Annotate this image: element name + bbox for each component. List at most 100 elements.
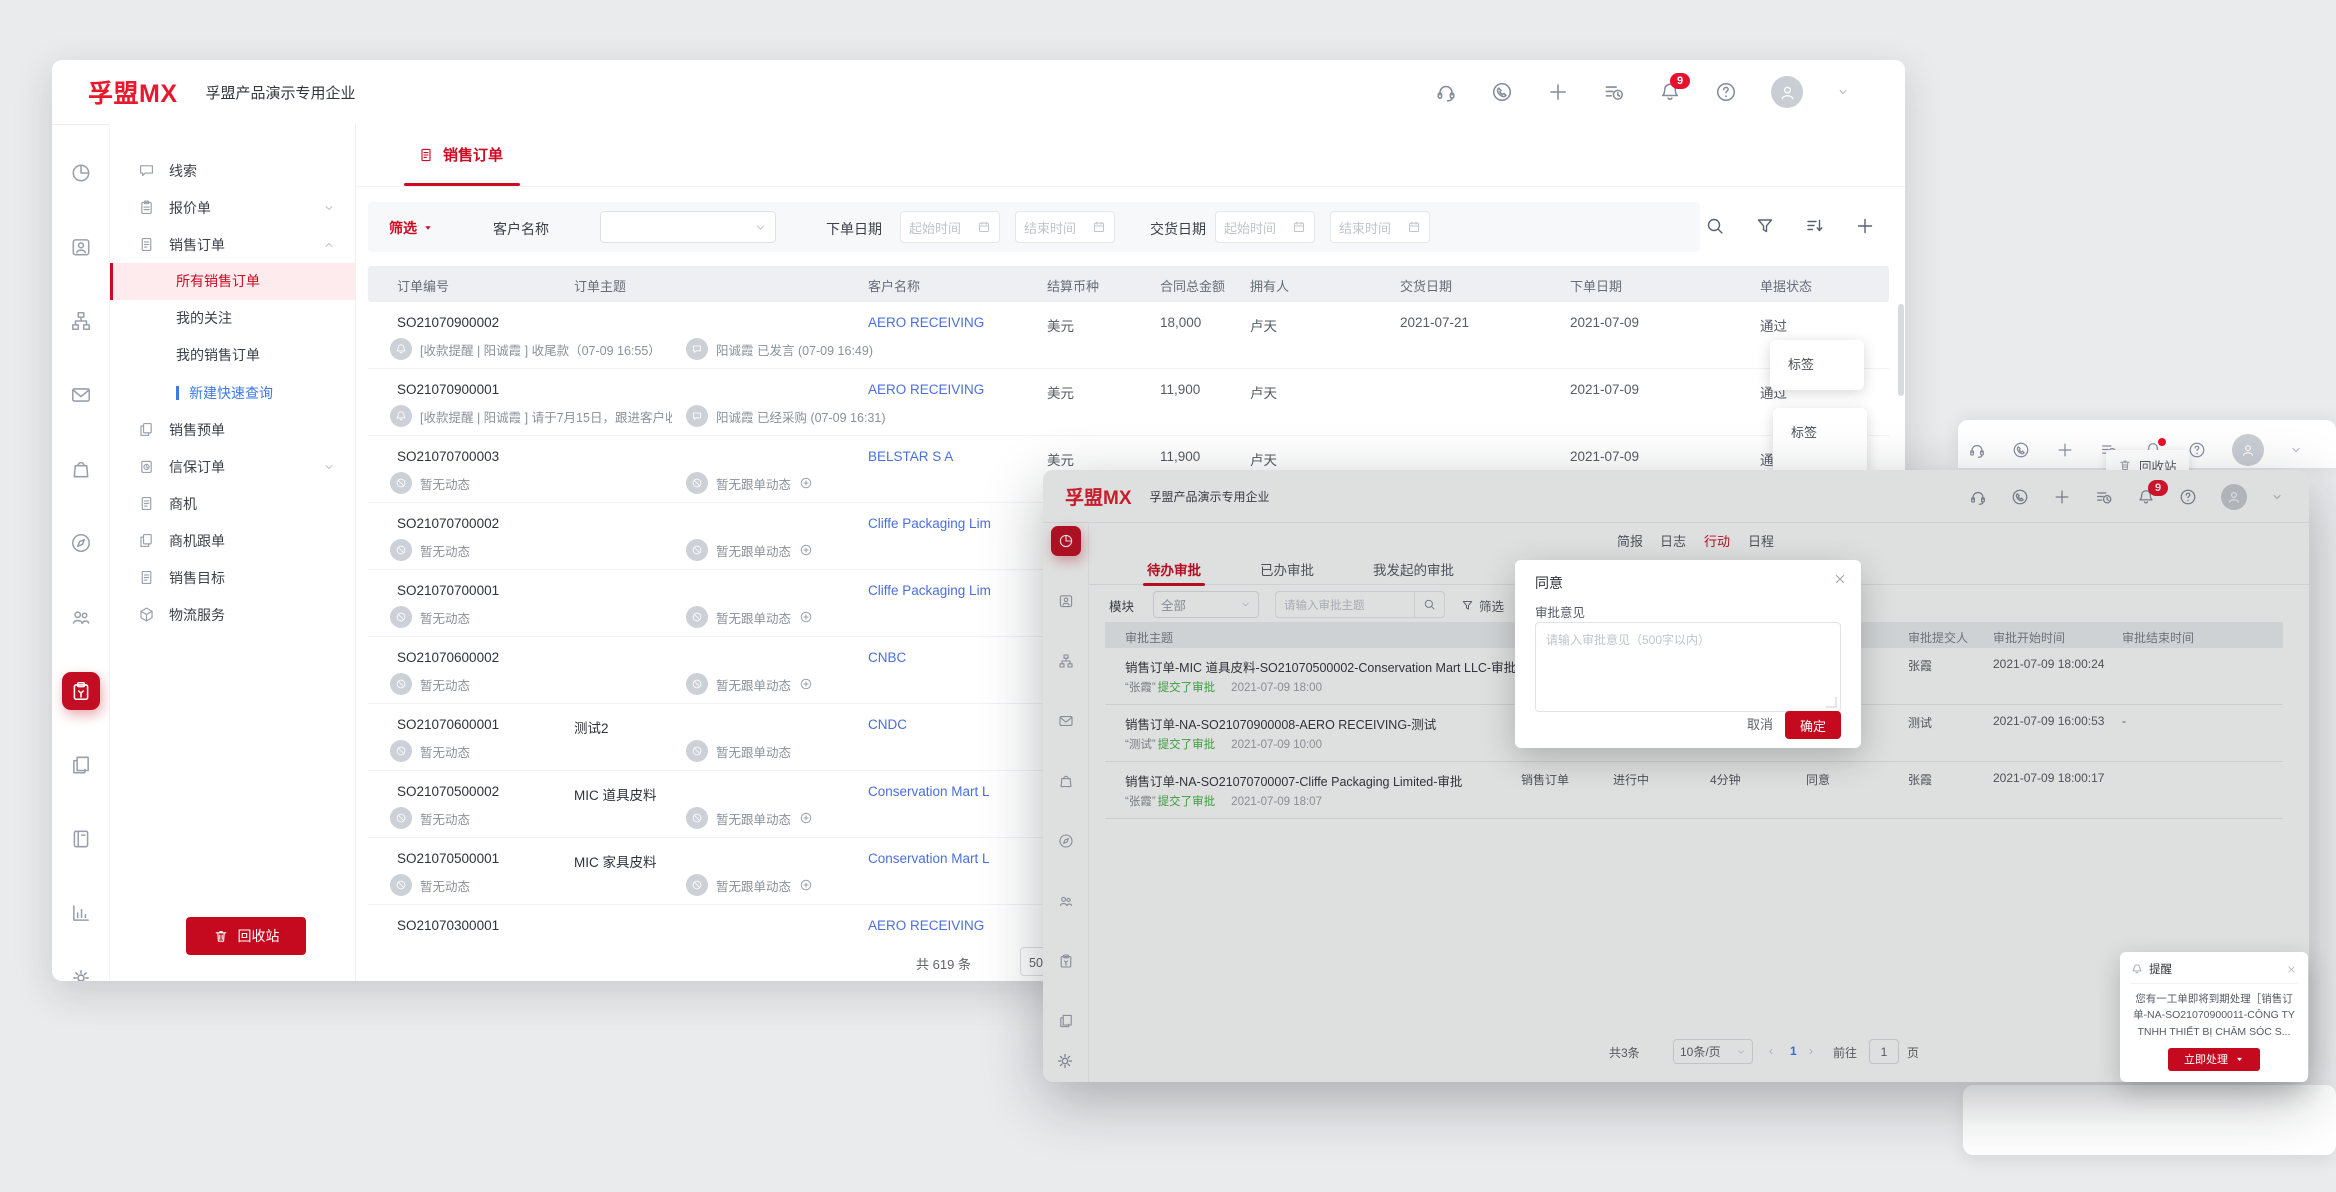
add-follow-icon[interactable] — [799, 610, 813, 624]
customer-link[interactable]: Conservation Mart L — [868, 784, 1040, 799]
question-button[interactable] — [1715, 81, 1737, 103]
sidebar-item-销售目标[interactable]: 销售目标 — [110, 559, 355, 596]
customer-link[interactable]: AERO RECEIVING — [868, 918, 1040, 933]
nav-contacts[interactable] — [62, 228, 100, 266]
plusCircle-icon — [799, 811, 813, 825]
filter-toggle[interactable]: 筛选 — [389, 218, 433, 238]
order-subject-cell: MIC 家具皮料 — [574, 851, 657, 871]
order-number-cell[interactable]: SO21070500002 — [397, 784, 499, 799]
question-button[interactable] — [2188, 441, 2206, 459]
headset-button[interactable] — [1968, 441, 1986, 459]
avatar[interactable] — [2232, 434, 2264, 466]
order-number-cell[interactable]: SO21070700003 — [397, 449, 499, 464]
nav-pages[interactable] — [62, 746, 100, 784]
nav-mail[interactable] — [62, 376, 100, 414]
customer-link[interactable]: CNBC — [868, 650, 1040, 665]
plus-button[interactable] — [1855, 216, 1875, 236]
nav-bag[interactable] — [62, 450, 100, 488]
todo-icon — [1603, 81, 1625, 103]
delivery-date-start-input[interactable]: 起始时间 — [1215, 211, 1315, 243]
order-number-cell[interactable]: SO21070300001 — [397, 918, 499, 933]
confirm-button[interactable]: 确定 — [1785, 711, 1841, 739]
nav-org[interactable] — [62, 302, 100, 340]
headset-button[interactable] — [1435, 81, 1457, 103]
customer-link[interactable]: Cliffe Packaging Lim — [868, 583, 1040, 598]
resize-grip[interactable] — [1826, 697, 1837, 708]
sidebar-item-商机跟单[interactable]: 商机跟单 — [110, 522, 355, 559]
prohibit-icon — [395, 745, 407, 757]
order-number-cell[interactable]: SO21070600001 — [397, 717, 499, 732]
order-number-cell[interactable]: SO21070600002 — [397, 650, 499, 665]
order-date-start-input[interactable]: 起始时间 — [900, 211, 1000, 243]
cancel-button[interactable]: 取消 — [1747, 714, 1773, 733]
order-number-cell[interactable]: SO21070700001 — [397, 583, 499, 598]
customer-select[interactable] — [600, 211, 776, 243]
add-follow-icon[interactable] — [799, 878, 813, 892]
funnel-button[interactable] — [1755, 216, 1775, 236]
table-scrollbar[interactable] — [1898, 304, 1904, 396]
sidebar-subitem-我的关注[interactable]: 我的关注 — [110, 300, 355, 337]
sidebar-item-商机[interactable]: 商机 — [110, 485, 355, 522]
tag-menu-item[interactable]: 标签 — [1770, 349, 1864, 381]
tab-sales-orders[interactable]: 销售订单 — [418, 144, 503, 165]
close-icon[interactable] — [2286, 964, 2297, 975]
bell-icon — [390, 338, 412, 360]
plus-button[interactable] — [2056, 441, 2074, 459]
doc-icon — [138, 236, 155, 253]
prohibit-icon — [691, 544, 703, 556]
customer-link[interactable]: Conservation Mart L — [868, 851, 1040, 866]
sidebar-item-销售预单[interactable]: 销售预单 — [110, 411, 355, 448]
todo-button[interactable] — [1603, 81, 1625, 103]
sidebar-quick-search[interactable]: 新建快速查询 — [110, 374, 355, 411]
order-number-cell[interactable]: SO21070900002 — [397, 315, 499, 330]
recycle-bin-button[interactable]: 回收站 — [186, 917, 306, 955]
sort-button[interactable] — [1805, 216, 1825, 236]
tag-menu-item[interactable]: 标签 — [1773, 417, 1867, 449]
nav-chart[interactable] — [62, 894, 100, 932]
order-date-cell: 2021-07-09 — [1570, 315, 1639, 330]
nav-orders[interactable] — [62, 672, 100, 710]
order-number-cell[interactable]: SO21070700002 — [397, 516, 499, 531]
customer-link[interactable]: Cliffe Packaging Lim — [868, 516, 1040, 531]
sidebar-item-销售订单[interactable]: 销售订单 — [110, 226, 355, 263]
customer-link[interactable]: AERO RECEIVING — [868, 382, 1040, 397]
chevron-down-icon[interactable] — [2290, 444, 2302, 456]
add-follow-icon[interactable] — [799, 811, 813, 825]
avatar[interactable] — [1771, 76, 1803, 108]
sidebar-item-物流服务[interactable]: 物流服务 — [110, 596, 355, 633]
customer-link[interactable]: CNDC — [868, 717, 1040, 732]
handle-now-button[interactable]: 立即处理 — [2168, 1048, 2260, 1071]
order-number-cell[interactable]: SO21070500001 — [397, 851, 499, 866]
settings-gear-icon[interactable] — [71, 968, 91, 981]
customer-link[interactable]: AERO RECEIVING — [868, 315, 1040, 330]
quick-search-label: 新建快速查询 — [189, 383, 273, 403]
opinion-textarea[interactable]: 请输入审批意见（500字以内） — [1535, 622, 1841, 712]
add-follow-icon[interactable] — [799, 543, 813, 557]
close-icon[interactable] — [1833, 572, 1847, 586]
order-date-end-input[interactable]: 结束时间 — [1015, 211, 1115, 243]
sidebar-item-信保订单[interactable]: 信保订单 — [110, 448, 355, 485]
customer-link[interactable]: BELSTAR S A — [868, 449, 1040, 464]
sidebar-item-label: 信保订单 — [169, 457, 225, 477]
bell-button[interactable]: 9 — [1659, 81, 1681, 103]
search-button[interactable] — [1705, 216, 1725, 236]
order-number-cell[interactable]: SO21070900001 — [397, 382, 499, 397]
plus-button[interactable] — [1547, 81, 1569, 103]
add-follow-icon[interactable] — [799, 677, 813, 691]
nav-notebook[interactable] — [62, 820, 100, 858]
order-date-cell: 2021-07-09 — [1570, 382, 1639, 397]
sidebar-item-报价单[interactable]: 报价单 — [110, 189, 355, 226]
phone-button[interactable] — [2012, 441, 2030, 459]
nav-compass[interactable] — [62, 524, 100, 562]
sidebar-item-线索[interactable]: 线索 — [110, 152, 355, 189]
sidebar-subitem-所有销售订单[interactable]: 所有销售订单 — [110, 263, 355, 300]
nav-team[interactable] — [62, 598, 100, 636]
chevron-down-icon[interactable] — [1837, 86, 1849, 98]
delivery-date-end-input[interactable]: 结束时间 — [1330, 211, 1430, 243]
add-follow-icon[interactable] — [799, 476, 813, 490]
order-date-label: 下单日期 — [826, 219, 882, 239]
phone-button[interactable] — [1491, 81, 1513, 103]
sidebar-subitem-我的销售订单[interactable]: 我的销售订单 — [110, 337, 355, 374]
follow-up-item: 暂无动态 — [390, 807, 470, 829]
nav-dashboard[interactable] — [62, 154, 100, 192]
